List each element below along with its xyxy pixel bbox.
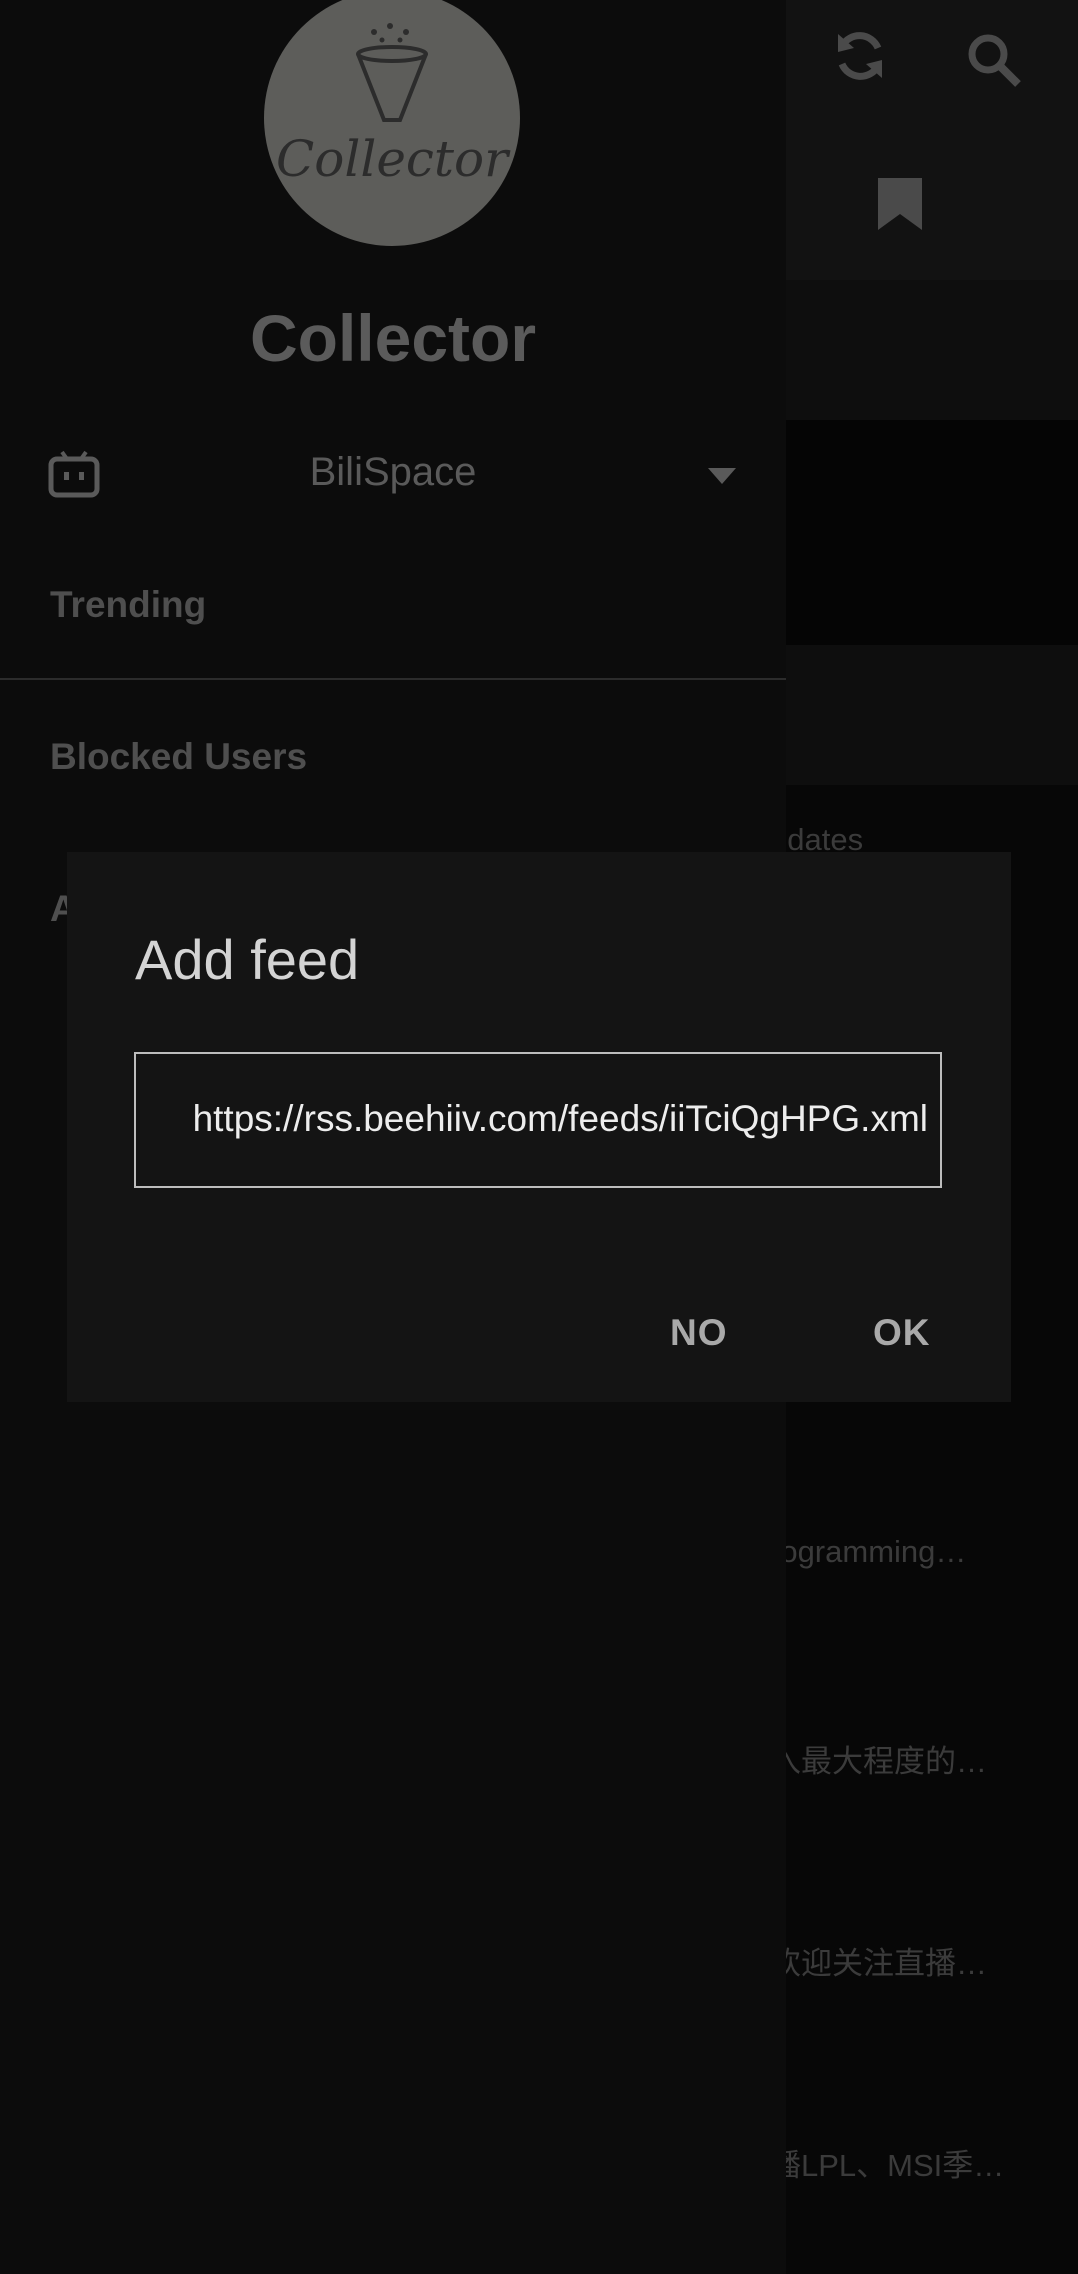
- refresh-icon[interactable]: [834, 28, 886, 89]
- bookmark-icon[interactable]: [878, 178, 922, 235]
- source-selector[interactable]: BiliSpace: [0, 430, 786, 520]
- ok-button[interactable]: OK: [873, 1312, 931, 1354]
- add-feed-dialog: Add feed https://rss.beehiiv.com/feeds/i…: [67, 852, 1011, 1402]
- drawer-item-blocked-users[interactable]: Blocked Users: [50, 736, 307, 778]
- content-band: [786, 280, 1078, 420]
- feed-item-text: 播LPL、MSI季…: [770, 2148, 1005, 2183]
- feed-item-text: 入最大程度的…: [770, 1744, 987, 1779]
- feed-url-input[interactable]: https://rss.beehiiv.com/feeds/iiTciQgHPG…: [134, 1052, 942, 1188]
- dropdown-arrow-icon: [708, 468, 736, 484]
- app-logo: Collector: [264, 0, 520, 246]
- drawer-item-trending[interactable]: Trending: [50, 584, 206, 626]
- search-icon[interactable]: [966, 32, 1022, 93]
- feed-url-value: https://rss.beehiiv.com/feeds/iiTciQgHPG…: [192, 1098, 928, 1139]
- app-toolbar: [786, 0, 1078, 280]
- funnel-icon: [356, 23, 428, 122]
- no-button[interactable]: NO: [670, 1312, 728, 1354]
- source-label: BiliSpace: [309, 450, 477, 494]
- dialog-title: Add feed: [135, 928, 360, 991]
- logo-text: Collector: [275, 130, 509, 188]
- drawer-divider: [0, 678, 786, 680]
- feed-item-text: 欢迎关注直播…: [770, 1946, 987, 1981]
- content-band: [786, 645, 1078, 785]
- feed-item-text: rogramming…: [770, 1534, 967, 1569]
- content-band: [786, 420, 1078, 645]
- app-name: Collector: [249, 301, 537, 375]
